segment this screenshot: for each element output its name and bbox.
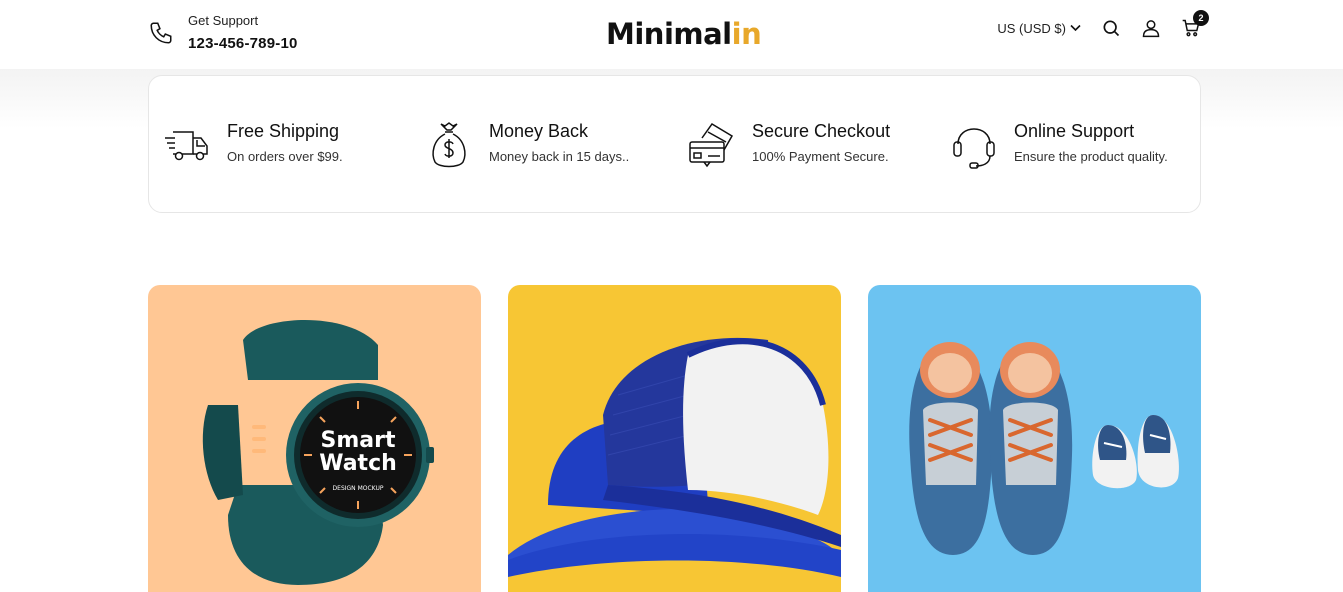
smart-watch-image: Smart Watch DESIGN MOCKUP bbox=[202, 320, 434, 585]
money-bag-icon bbox=[432, 122, 466, 168]
feature-free-shipping: Free Shipping On orders over $99. bbox=[163, 120, 343, 170]
user-account-icon[interactable] bbox=[1141, 18, 1161, 38]
support-phone-number[interactable]: 123-456-789-10 bbox=[188, 34, 298, 54]
feature-desc: Ensure the product quality. bbox=[1014, 149, 1168, 164]
product-card-shoes[interactable] bbox=[868, 285, 1201, 592]
credit-card-icon bbox=[689, 123, 734, 168]
currency-selector[interactable]: US (USD $) bbox=[997, 21, 1081, 36]
feature-desc: 100% Payment Secure. bbox=[752, 149, 889, 164]
delivery-truck-icon bbox=[165, 131, 208, 161]
watch-screen-line1: Smart bbox=[321, 428, 396, 453]
support-label: Get Support bbox=[188, 13, 259, 28]
feature-secure-checkout: Secure Checkout 100% Payment Secure. bbox=[688, 120, 890, 170]
caps-image bbox=[508, 337, 841, 577]
header-actions: US (USD $) 2 bbox=[997, 10, 1209, 38]
logo-accent-text: in bbox=[731, 17, 762, 51]
feature-desc: Money back in 15 days.. bbox=[489, 149, 630, 164]
feature-desc: On orders over $99. bbox=[227, 149, 343, 164]
feature-online-support: Online Support Ensure the product qualit… bbox=[950, 120, 1168, 170]
cart-button[interactable]: 2 bbox=[1181, 10, 1209, 38]
logo-main-text: Minimal bbox=[606, 17, 732, 51]
site-logo[interactable]: Minimalin bbox=[606, 14, 762, 54]
headset-icon bbox=[953, 128, 995, 169]
phone-icon bbox=[150, 22, 172, 44]
feature-title: Free Shipping bbox=[227, 121, 340, 141]
feature-title: Secure Checkout bbox=[752, 121, 891, 141]
product-card-smart-watch[interactable]: Smart Watch DESIGN MOCKUP bbox=[148, 285, 481, 592]
search-icon[interactable] bbox=[1101, 18, 1121, 38]
site-header: Get Support 123-456-789-10 Minimalin US … bbox=[0, 0, 1343, 69]
support-block: Get Support 123-456-789-10 bbox=[148, 13, 298, 54]
chevron-down-icon bbox=[1070, 24, 1081, 32]
watch-screen-line2: Watch bbox=[319, 451, 397, 476]
feature-title: Money Back bbox=[489, 121, 589, 141]
feature-title: Online Support bbox=[1014, 121, 1135, 141]
product-card-caps[interactable] bbox=[508, 285, 841, 592]
watch-screen-caption: DESIGN MOCKUP bbox=[333, 485, 384, 492]
currency-label: US (USD $) bbox=[997, 20, 1066, 36]
feature-money-back: Money Back Money back in 15 days.. bbox=[425, 120, 629, 170]
cart-count-badge: 2 bbox=[1193, 10, 1209, 26]
features-box: Free Shipping On orders over $99. Money … bbox=[148, 75, 1201, 213]
shoes-image bbox=[909, 342, 1179, 555]
